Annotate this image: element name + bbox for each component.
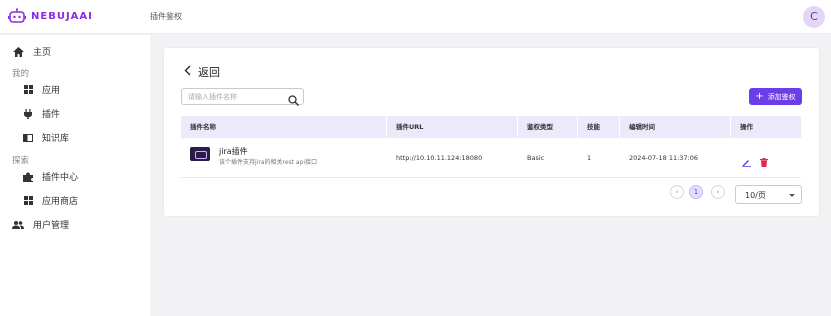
search-box	[181, 88, 304, 106]
add-auth-button[interactable]: + 添加鉴权	[749, 88, 802, 105]
puzzle-icon	[22, 171, 34, 183]
brand-name: NEBUJAAI	[31, 10, 93, 22]
avatar[interactable]: C	[803, 6, 825, 28]
plug-icon	[22, 108, 34, 120]
edit-pencil-icon[interactable]	[742, 152, 751, 171]
section-mine: 我的	[12, 69, 30, 79]
next-page-button[interactable]: ›	[711, 185, 725, 199]
page-size-value: 10/页	[745, 191, 766, 200]
chevron-down-icon	[789, 194, 795, 197]
search-input[interactable]	[188, 90, 284, 103]
sidebar-item-home[interactable]: 主页	[12, 45, 51, 58]
sidebar-item-label: 知识库	[42, 134, 70, 144]
sidebar-item-app-store[interactable]: 应用商店	[22, 194, 78, 207]
table-row: jira插件 该个插件支持jira的相关rest api接口 http://10…	[181, 138, 801, 178]
column-header-skills: 技能	[578, 116, 620, 138]
plugin-name: jira插件	[219, 147, 248, 156]
prev-page-button[interactable]: ‹	[670, 185, 684, 199]
auth-type: Basic	[527, 154, 545, 162]
main-card: 返回 + 添加鉴权 插件名称 插件URL 鉴权类型 技能 编辑时间 操作 jir…	[164, 48, 819, 216]
plugin-url: http://10.10.11.124:18080	[396, 154, 483, 162]
add-auth-label: 添加鉴权	[767, 92, 796, 101]
logo[interactable]: NEBUJAAI	[8, 8, 93, 24]
chevron-left-icon	[184, 65, 191, 79]
search-icon[interactable]	[288, 91, 299, 110]
breadcrumb: 插件鉴权	[150, 12, 182, 21]
people-icon	[12, 219, 24, 231]
grid-icon	[22, 84, 34, 96]
grid-icon	[22, 195, 34, 207]
sidebar-item-apps[interactable]: 应用	[22, 83, 60, 96]
robot-logo-icon	[8, 8, 26, 24]
page-number-button[interactable]: 1	[689, 185, 703, 199]
sidebar-item-label: 应用商店	[42, 197, 79, 207]
sidebar-item-label: 用户管理	[33, 221, 70, 231]
page-size-select[interactable]: 10/页	[735, 185, 802, 204]
column-header-actions: 操作	[740, 123, 753, 131]
sidebar-item-user-management[interactable]: 用户管理	[12, 218, 69, 231]
sidebar-item-label: 插件中心	[42, 173, 79, 183]
top-bar: NEBUJAAI 插件鉴权 C	[0, 0, 831, 34]
table-header: 插件名称 插件URL 鉴权类型 技能 编辑时间 操作	[181, 116, 801, 138]
book-icon	[22, 132, 34, 144]
plugin-thumbnail-icon	[190, 147, 210, 161]
plus-icon: +	[755, 90, 764, 102]
section-explore: 探索	[12, 156, 30, 166]
sidebar-item-knowledge[interactable]: 知识库	[22, 131, 69, 144]
edit-time: 2024-07-18 11:37:06	[629, 154, 699, 162]
back-button[interactable]: 返回	[184, 64, 220, 80]
column-header-plugin-url: 插件URL	[387, 116, 518, 138]
home-icon	[12, 46, 24, 58]
sidebar-item-label: 插件	[42, 110, 61, 120]
sidebar: 主页 我的 应用 插件 知识库 探索 插件中心 应用商店 用户管理	[0, 35, 150, 316]
column-header-plugin-name: 插件名称	[181, 116, 387, 138]
skills-count: 1	[587, 154, 592, 162]
sidebar-item-plugin-center[interactable]: 插件中心	[22, 170, 78, 183]
plugin-description: 该个插件支持jira的相关rest api接口	[219, 159, 318, 166]
sidebar-item-plugins[interactable]: 插件	[22, 107, 60, 120]
back-label: 返回	[198, 66, 220, 79]
sidebar-item-label: 主页	[33, 48, 52, 58]
sidebar-item-label: 应用	[42, 86, 61, 96]
column-header-edit-time: 编辑时间	[620, 116, 731, 138]
column-header-auth-type: 鉴权类型	[518, 116, 578, 138]
delete-trash-icon[interactable]	[760, 152, 768, 171]
